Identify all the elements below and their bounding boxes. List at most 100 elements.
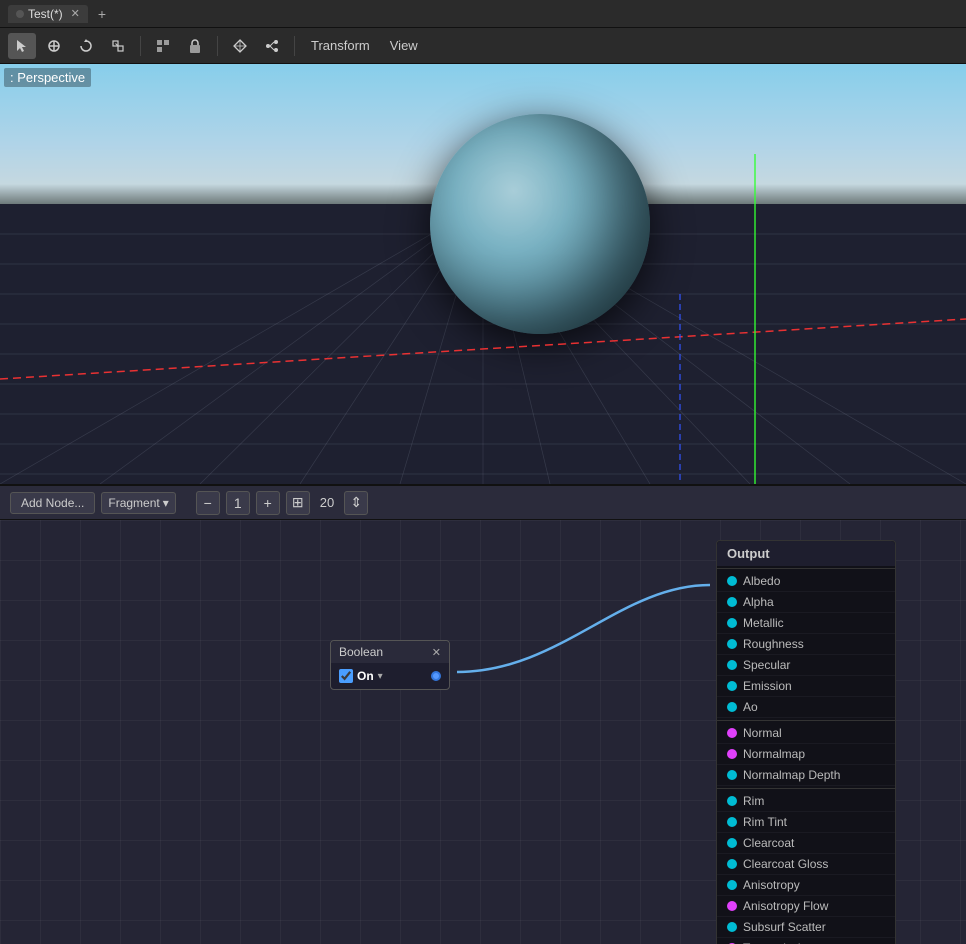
ao-port[interactable]: [727, 702, 737, 712]
subsurf-scatter-port[interactable]: [727, 922, 737, 932]
output-clearcoat: Clearcoat: [717, 833, 895, 854]
zoom-one-icon: 1: [234, 495, 242, 511]
output-anisotropy-flow: Anisotropy Flow: [717, 896, 895, 917]
new-tab-button[interactable]: +: [98, 6, 106, 22]
alpha-label: Alpha: [743, 595, 774, 609]
output-anisotropy: Anisotropy: [717, 875, 895, 896]
zoom-in-icon: +: [264, 495, 272, 511]
select-tool-button[interactable]: [8, 33, 36, 59]
rim-tint-label: Rim Tint: [743, 815, 787, 829]
rim-label: Rim: [743, 794, 764, 808]
metallic-label: Metallic: [743, 616, 784, 630]
alpha-port[interactable]: [727, 597, 737, 607]
lock-button[interactable]: [181, 33, 209, 59]
toolbar-separator-2: [217, 36, 218, 56]
metallic-port[interactable]: [727, 618, 737, 628]
ao-label: Ao: [743, 700, 758, 714]
anisotropy-flow-label: Anisotropy Flow: [743, 899, 828, 913]
roughness-port[interactable]: [727, 639, 737, 649]
boolean-node-close-button[interactable]: ✕: [432, 646, 441, 659]
boolean-node-value: On: [357, 669, 374, 683]
rim-port[interactable]: [727, 796, 737, 806]
subsurf-scatter-label: Subsurf Scatter: [743, 920, 826, 934]
active-tab[interactable]: Test(*) ✕: [8, 5, 88, 23]
boolean-node-dropdown-icon[interactable]: ▾: [378, 671, 383, 682]
nodes-button[interactable]: [258, 33, 286, 59]
clearcoat-port[interactable]: [727, 838, 737, 848]
output-separator-2: [717, 788, 895, 789]
toolbar-separator-1: [140, 36, 141, 56]
grid-view-button[interactable]: ⊞: [286, 491, 310, 515]
perspective-label: : Perspective: [4, 68, 91, 87]
output-albedo: Albedo: [717, 571, 895, 592]
toolbar-separator-3: [294, 36, 295, 56]
boolean-node-checkbox[interactable]: [339, 669, 353, 683]
grid-icon: ⊞: [292, 494, 304, 511]
clearcoat-gloss-label: Clearcoat Gloss: [743, 857, 828, 871]
3d-sphere: [430, 114, 650, 334]
close-tab-button[interactable]: ✕: [71, 7, 80, 20]
normalmap-depth-port[interactable]: [727, 770, 737, 780]
output-alpha: Alpha: [717, 592, 895, 613]
normal-label: Normal: [743, 726, 782, 740]
zoom-reset-button[interactable]: 1: [226, 491, 250, 515]
output-metallic: Metallic: [717, 613, 895, 634]
specular-port[interactable]: [727, 660, 737, 670]
boolean-node-header: Boolean ✕: [331, 641, 449, 663]
normalmap-depth-label: Normalmap Depth: [743, 768, 840, 782]
normalmap-port[interactable]: [727, 749, 737, 759]
output-clearcoat-gloss: Clearcoat Gloss: [717, 854, 895, 875]
emission-label: Emission: [743, 679, 792, 693]
rotate-tool-button[interactable]: [72, 33, 100, 59]
anisotropy-port[interactable]: [727, 880, 737, 890]
output-normal: Normal: [717, 723, 895, 744]
node-editor-toolbar: Add Node... Fragment ▾ − 1 + ⊞ 20 ⇕: [0, 486, 966, 520]
output-roughness: Roughness: [717, 634, 895, 655]
zoom-out-icon: −: [204, 495, 212, 511]
octahedron-button[interactable]: [226, 33, 254, 59]
normalmap-label: Normalmap: [743, 747, 805, 761]
rim-tint-port[interactable]: [727, 817, 737, 827]
normal-port[interactable]: [727, 728, 737, 738]
output-separator-1: [717, 720, 895, 721]
output-rim: Rim: [717, 791, 895, 812]
clearcoat-gloss-port[interactable]: [727, 859, 737, 869]
fragment-label: Fragment: [108, 496, 159, 510]
output-ao: Ao: [717, 697, 895, 718]
transform-menu-button[interactable]: Transform: [303, 35, 378, 56]
output-emission: Emission: [717, 676, 895, 697]
scale-tool-button[interactable]: [104, 33, 132, 59]
zoom-out-button[interactable]: −: [196, 491, 220, 515]
boolean-node: Boolean ✕ On ▾: [330, 640, 450, 690]
3d-viewport[interactable]: : Perspective: [0, 64, 966, 484]
output-node: Output Albedo Alpha Metallic Roughness S…: [716, 540, 896, 944]
boolean-node-output-port[interactable]: [431, 671, 441, 681]
roughness-label: Roughness: [743, 637, 804, 651]
move-tool-button[interactable]: [40, 33, 68, 59]
output-transmission: Transmission: [717, 938, 895, 944]
node-canvas[interactable]: Boolean ✕ On ▾ Output Albedo Alpha: [0, 520, 966, 944]
boolean-node-body: On ▾: [331, 663, 449, 689]
main-toolbar: Transform View: [0, 28, 966, 64]
output-header-separator: [717, 568, 895, 569]
fragment-dropdown[interactable]: Fragment ▾: [101, 492, 175, 514]
zoom-step-button[interactable]: ⇕: [344, 491, 368, 515]
add-node-button[interactable]: Add Node...: [10, 492, 95, 514]
titlebar: Test(*) ✕ +: [0, 0, 966, 28]
emission-port[interactable]: [727, 681, 737, 691]
output-node-header: Output: [717, 541, 895, 566]
anisotropy-flow-port[interactable]: [727, 901, 737, 911]
tab-dot: [16, 10, 24, 18]
zoom-in-button[interactable]: +: [256, 491, 280, 515]
albedo-port[interactable]: [727, 576, 737, 586]
anisotropy-label: Anisotropy: [743, 878, 800, 892]
view-menu-button[interactable]: View: [382, 35, 426, 56]
output-normalmap-depth: Normalmap Depth: [717, 765, 895, 786]
zoom-number: 20: [316, 495, 338, 510]
output-normalmap: Normalmap: [717, 744, 895, 765]
output-subsurf-scatter: Subsurf Scatter: [717, 917, 895, 938]
node-editor-panel: Add Node... Fragment ▾ − 1 + ⊞ 20 ⇕: [0, 484, 966, 944]
fragment-chevron-icon: ▾: [163, 496, 169, 510]
snap-button[interactable]: [149, 33, 177, 59]
clearcoat-label: Clearcoat: [743, 836, 794, 850]
